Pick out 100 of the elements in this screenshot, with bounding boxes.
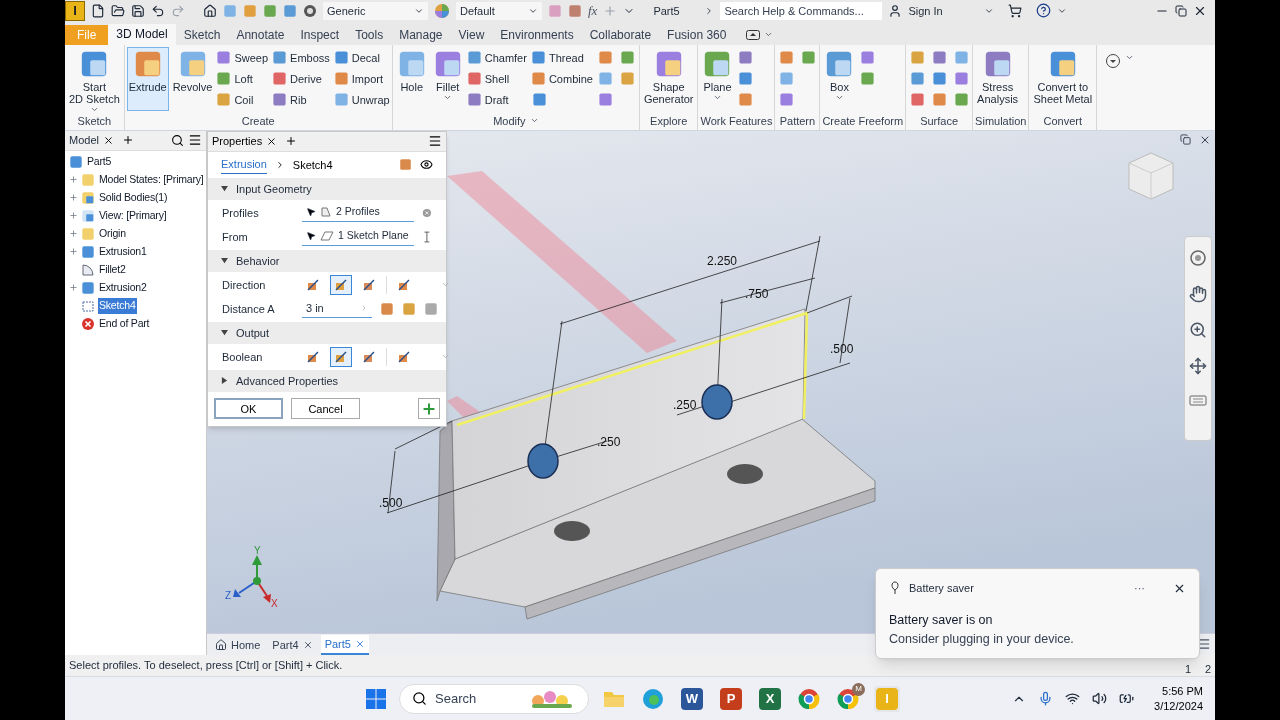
steering-wheel-icon[interactable] xyxy=(1189,248,1207,267)
caret-icon[interactable] xyxy=(984,6,995,16)
taskbar-app[interactable]: W xyxy=(679,685,705,712)
expand-icon[interactable] xyxy=(69,247,78,257)
menu-icon[interactable] xyxy=(188,133,202,148)
section-header[interactable]: Behavior xyxy=(208,249,446,272)
home-icon[interactable] xyxy=(203,4,217,18)
close-icon[interactable] xyxy=(102,134,114,146)
expand-icon[interactable] xyxy=(69,175,78,185)
microphone-icon[interactable] xyxy=(1038,691,1054,706)
ribbon-button[interactable]: Box xyxy=(822,46,857,111)
expand-icon[interactable] xyxy=(69,211,78,221)
tool-button[interactable] xyxy=(777,48,796,67)
dimension-value[interactable]: 2.250 xyxy=(707,253,738,268)
option-button[interactable] xyxy=(330,346,352,367)
ribbon-tab[interactable]: Fusion 360 xyxy=(659,24,735,45)
ribbon-tab[interactable]: Sketch xyxy=(175,24,229,45)
distance-field[interactable]: 3 in xyxy=(302,299,372,318)
dropdown-circle-icon[interactable] xyxy=(1105,52,1122,69)
document-tab[interactable]: Part5 xyxy=(320,635,369,656)
tool-button[interactable] xyxy=(908,69,927,88)
user-icon[interactable] xyxy=(888,4,903,18)
redo-icon[interactable] xyxy=(171,4,185,18)
clock-date[interactable]: 3/12/2024 xyxy=(1154,698,1203,714)
tree-item[interactable]: Extrusion2 xyxy=(98,279,148,296)
measure-icon[interactable] xyxy=(422,229,432,244)
ribbon-button[interactable]: Fillet xyxy=(430,46,465,111)
caret-icon[interactable] xyxy=(1057,6,1068,16)
section-header[interactable]: Advanced Properties xyxy=(208,369,446,392)
tool-button[interactable] xyxy=(930,90,949,109)
ribbon-tab[interactable]: Annotate xyxy=(228,24,293,45)
material-dropdown[interactable]: Generic xyxy=(323,2,428,20)
color-wheel-icon[interactable] xyxy=(434,3,450,19)
clear-icon[interactable] xyxy=(422,206,432,219)
battery-icon[interactable] xyxy=(1119,691,1135,706)
ribbon-button[interactable]: Rib xyxy=(272,90,330,109)
undo-icon[interactable] xyxy=(151,4,165,18)
dimension-value[interactable]: .750 xyxy=(745,286,769,301)
sign-in-link[interactable]: Sign In xyxy=(908,2,979,20)
tool-button[interactable] xyxy=(530,90,549,109)
ribbon-button[interactable]: Sweep xyxy=(216,48,269,67)
expand-icon[interactable] xyxy=(69,193,78,203)
restore-icon[interactable] xyxy=(1180,133,1191,145)
expand-icon[interactable] xyxy=(69,229,78,239)
tool-button[interactable] xyxy=(858,48,877,67)
ribbon-button[interactable]: Extrude xyxy=(126,46,169,111)
ribbon-button[interactable]: Hole xyxy=(394,46,429,111)
menu-icon[interactable] xyxy=(1197,637,1211,652)
dimension-value[interactable]: .250 xyxy=(597,434,621,449)
ribbon-tab[interactable]: 3D Model xyxy=(108,23,176,45)
ribbon-button[interactable]: Import xyxy=(333,69,390,88)
tool-button[interactable] xyxy=(596,90,615,109)
tool-button[interactable] xyxy=(952,48,971,67)
ribbon-tab[interactable]: Collaborate xyxy=(581,24,660,45)
sketch-hole[interactable] xyxy=(701,384,733,420)
ribbon-button[interactable]: Decal xyxy=(333,48,390,67)
dimension-value[interactable]: .250 xyxy=(673,397,697,412)
ribbon-button[interactable]: Unwrap xyxy=(333,90,390,109)
tree-item[interactable]: Sketch4 xyxy=(98,297,137,314)
clock-time[interactable]: 5:56 PM xyxy=(1162,683,1203,699)
tool-button[interactable] xyxy=(930,48,949,67)
breadcrumb-link[interactable]: Extrusion xyxy=(221,156,267,174)
search-field[interactable]: Search Help & Commands... xyxy=(720,2,883,20)
zoom-icon[interactable] xyxy=(1189,320,1207,339)
add-button[interactable] xyxy=(418,398,440,420)
tool-button[interactable] xyxy=(736,69,755,88)
more-options[interactable]: ··· xyxy=(1134,579,1145,597)
dimension-value[interactable]: .500 xyxy=(830,341,854,356)
help-icon[interactable] xyxy=(1036,3,1052,19)
taskbar-search-field[interactable]: Search xyxy=(399,683,589,714)
tool-button[interactable] xyxy=(908,90,927,109)
tool-button[interactable] xyxy=(858,69,877,88)
fx-icon[interactable]: fx xyxy=(588,1,598,21)
ribbon-button[interactable]: Plane xyxy=(700,46,735,111)
pan-icon[interactable] xyxy=(1189,284,1207,303)
add-icon[interactable] xyxy=(121,134,134,147)
ribbon-button[interactable]: Combine xyxy=(530,69,593,88)
dimension-value[interactable]: .500 xyxy=(379,495,403,510)
sketch-hole[interactable] xyxy=(527,443,559,479)
new-file-icon[interactable] xyxy=(91,4,105,18)
tool-button[interactable] xyxy=(596,69,615,88)
folder-icon[interactable] xyxy=(111,4,125,18)
panel-tab[interactable]: Model xyxy=(69,132,99,149)
ribbon-button[interactable]: Loft xyxy=(216,69,269,88)
search-icon[interactable] xyxy=(171,133,184,147)
taskbar-app[interactable]: X xyxy=(757,685,783,712)
menu-icon[interactable] xyxy=(428,134,442,149)
tool-button[interactable] xyxy=(596,48,615,67)
document-tab[interactable]: Home xyxy=(211,635,265,656)
ribbon-tab[interactable]: Tools xyxy=(347,24,392,45)
panel-toggle-icon[interactable] xyxy=(746,29,761,40)
ok-button[interactable]: OK xyxy=(214,398,283,420)
app-logo[interactable]: I xyxy=(65,1,85,21)
ribbon-button[interactable]: Convert to Sheet Metal xyxy=(1031,46,1095,111)
section-header[interactable]: Output xyxy=(208,321,446,344)
volume-icon[interactable] xyxy=(1092,691,1108,706)
tool-button[interactable] xyxy=(777,69,796,88)
tool-button[interactable] xyxy=(799,48,818,67)
ribbon-button[interactable]: Coil xyxy=(216,90,269,109)
panel-tab[interactable]: Properties xyxy=(212,133,263,150)
